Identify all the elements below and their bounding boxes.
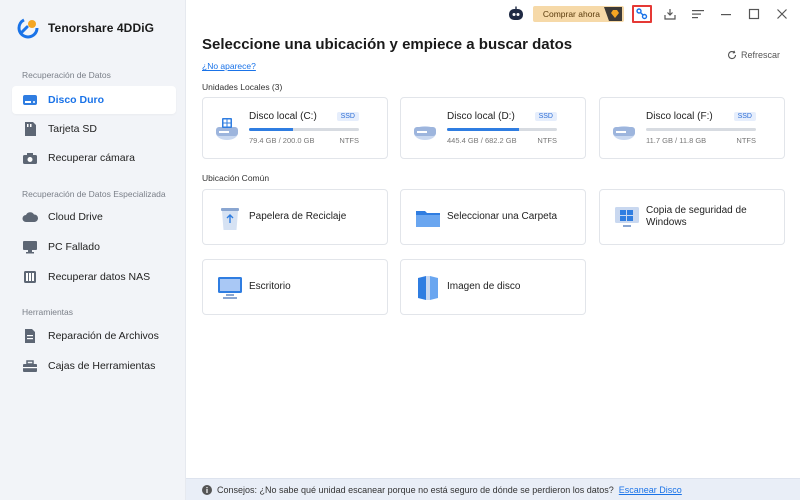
sidebar-item-hard-drive[interactable]: Disco Duro — [12, 86, 176, 114]
common-location-title: Ubicación Común — [202, 173, 270, 183]
sidebar-item-crashed-pc[interactable]: PC Fallado — [12, 233, 176, 261]
drive-card-f[interactable]: Disco local (F:) SSD 11.7 GB / 11.8 GB N… — [599, 97, 785, 159]
refresh-button[interactable]: Refrescar — [727, 50, 780, 60]
sidebar-item-label: Recuperar datos NAS — [48, 271, 151, 283]
scan-disk-link[interactable]: Escanear Disco — [619, 485, 682, 495]
drive-size: 79.4 GB / 200.0 GB — [249, 136, 315, 145]
menu-icon — [692, 10, 704, 19]
sidebar-item-nas[interactable]: Recuperar datos NAS — [12, 263, 176, 291]
tips-bar: Consejos: ¿No sabe qué unidad escanear p… — [186, 478, 800, 500]
sidebar-item-label: Recuperar cámara — [48, 152, 135, 164]
maximize-button[interactable] — [744, 5, 764, 23]
sidebar-item-sd-card[interactable]: Tarjeta SD — [12, 115, 176, 143]
drive-size: 445.4 GB / 682.2 GB — [447, 136, 517, 145]
brand: Tenorshare 4DDiG — [16, 16, 154, 40]
tip-text: Consejos: ¿No sabe qué unidad escanear p… — [217, 484, 614, 495]
nas-icon — [22, 269, 38, 285]
section-title-recovery: Recuperación de Datos — [22, 70, 111, 80]
wrench-icon — [636, 8, 648, 20]
sidebar-item-label: Disco Duro — [48, 94, 105, 106]
location-card-disk-image[interactable]: Imagen de disco — [400, 259, 586, 315]
title-bar: Comprar ahora — [507, 4, 792, 24]
drive-usage-bar — [249, 128, 359, 131]
ssd-badge: SSD — [534, 112, 557, 121]
minimize-icon — [721, 14, 731, 16]
sidebar-item-camera[interactable]: Recuperar cámara — [12, 144, 176, 172]
toolbox-icon — [22, 358, 38, 374]
hard-drive-icon — [22, 92, 38, 108]
location-card-recycle-bin[interactable]: Papelera de Reciclaje — [202, 189, 388, 245]
drive-icon — [613, 126, 635, 140]
recycle-bin-icon — [217, 204, 243, 232]
sidebar-item-label: Tarjeta SD — [48, 123, 98, 135]
disk-image-icon — [415, 274, 441, 302]
download-button[interactable] — [660, 5, 680, 23]
sidebar-item-label: PC Fallado — [48, 241, 100, 253]
drive-card-c[interactable]: Disco local (C:) SSD 79.4 GB / 200.0 GB … — [202, 97, 388, 159]
ssd-badge: SSD — [733, 112, 756, 121]
diamond-icon — [604, 7, 622, 21]
close-button[interactable] — [772, 5, 792, 23]
maximize-icon — [748, 8, 760, 20]
not-appearing-link[interactable]: ¿No aparece? — [202, 61, 256, 71]
camera-icon — [22, 150, 38, 166]
crashed-pc-icon — [22, 239, 38, 255]
location-label: Papelera de Reciclaje — [249, 211, 347, 222]
cloud-icon — [22, 209, 38, 225]
refresh-icon — [728, 50, 737, 60]
sidebar: Tenorshare 4DDiG Recuperación de Datos D… — [0, 0, 186, 500]
drive-usage-bar — [447, 128, 557, 131]
drive-icon — [414, 126, 436, 140]
app-logo-icon — [17, 17, 39, 39]
minimize-button[interactable] — [716, 5, 736, 23]
section-title-specialized: Recuperación de Datos Especializada — [22, 189, 166, 199]
sd-card-icon — [22, 121, 38, 137]
drive-icon — [216, 118, 238, 140]
sidebar-item-label: Cajas de Herramientas — [48, 360, 156, 372]
drive-usage-bar — [646, 128, 756, 131]
location-label: Imagen de disco — [447, 281, 521, 292]
sidebar-item-label: Reparación de Archivos — [48, 330, 159, 342]
location-label: Escritorio — [249, 281, 291, 292]
location-label: Seleccionar una Carpeta — [447, 211, 558, 222]
ssd-badge: SSD — [336, 112, 359, 121]
drive-name: Disco local (C:) — [249, 111, 317, 122]
buy-now-label: Comprar ahora — [542, 9, 600, 19]
refresh-label: Refrescar — [740, 50, 780, 60]
file-repair-icon — [22, 328, 38, 344]
desktop-icon — [217, 274, 243, 302]
drive-card-d[interactable]: Disco local (D:) SSD 445.4 GB / 682.2 GB… — [400, 97, 586, 159]
info-icon — [202, 484, 212, 495]
sidebar-item-file-repair[interactable]: Reparación de Archivos — [12, 322, 176, 350]
drive-size: 11.7 GB / 11.8 GB — [646, 136, 707, 145]
page-title: Seleccione una ubicación y empiece a bus… — [202, 36, 573, 53]
sidebar-item-toolbox[interactable]: Cajas de Herramientas — [12, 352, 176, 380]
location-card-folder[interactable]: Seleccionar una Carpeta — [400, 189, 586, 245]
drive-name: Disco local (D:) — [447, 111, 515, 122]
drive-filesystem: NTFS — [537, 136, 557, 145]
section-title-tools: Herramientas — [22, 307, 74, 317]
folder-icon — [415, 204, 441, 232]
sidebar-item-cloud-drive[interactable]: Cloud Drive — [12, 203, 176, 231]
menu-button[interactable] — [688, 5, 708, 23]
drive-name: Disco local (F:) — [646, 111, 713, 122]
windows-backup-icon — [614, 204, 640, 232]
drive-filesystem: NTFS — [339, 136, 359, 145]
close-icon — [777, 9, 787, 19]
local-units-title: Unidades Locales (3) — [202, 82, 283, 92]
app-name: Tenorshare 4DDiG — [48, 21, 155, 35]
assistant-robot-icon[interactable] — [507, 6, 525, 22]
buy-now-button[interactable]: Comprar ahora — [532, 6, 624, 22]
location-label: Copia de seguridad de Windows — [646, 205, 747, 228]
sidebar-item-label: Cloud Drive — [48, 211, 103, 223]
download-icon — [664, 9, 676, 20]
tools-button[interactable] — [632, 5, 652, 23]
location-card-windows-backup[interactable]: Copia de seguridad de Windows — [599, 189, 785, 245]
drive-filesystem: NTFS — [736, 136, 756, 145]
location-card-desktop[interactable]: Escritorio — [202, 259, 388, 315]
